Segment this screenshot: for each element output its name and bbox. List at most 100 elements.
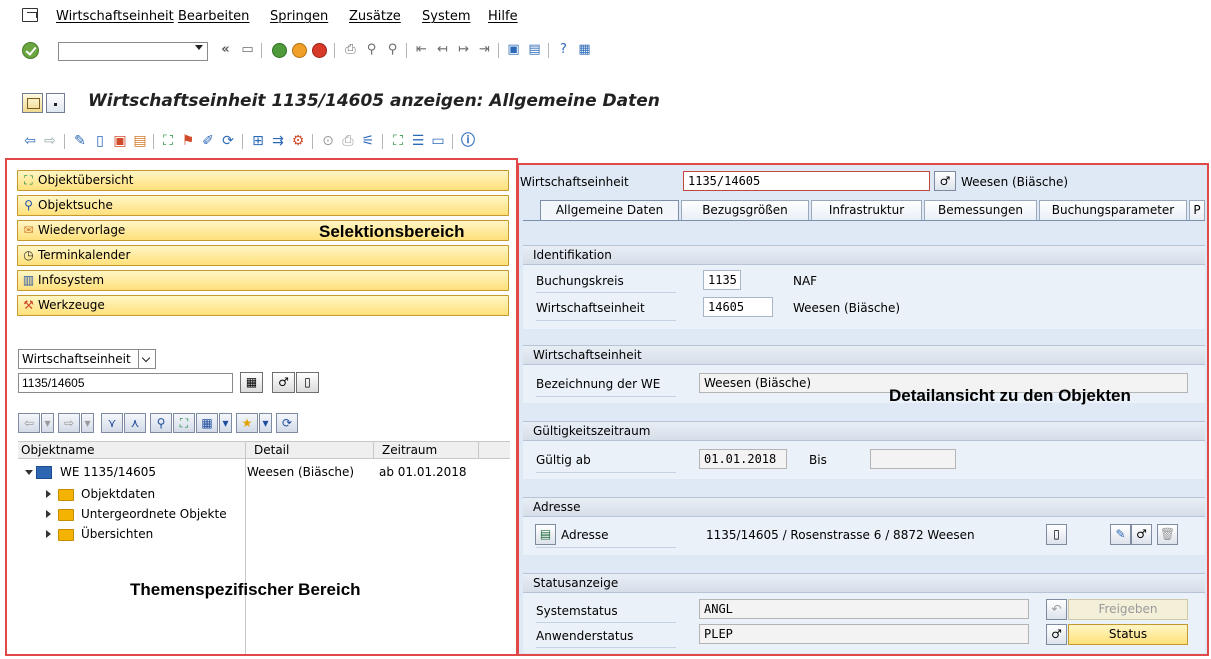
title-menu-dropdown[interactable]: [46, 93, 65, 113]
favorites-menu-icon[interactable]: ▾: [259, 413, 272, 433]
layout-icon[interactable]: ▦: [577, 42, 592, 57]
links-icon[interactable]: ⇉: [270, 133, 286, 149]
status-button[interactable]: Status: [1068, 624, 1188, 645]
object-number-input[interactable]: [18, 373, 233, 393]
nav-button-infosystem[interactable]: ▥ Infosystem: [17, 270, 509, 291]
collapse-all-icon[interactable]: ⋏: [124, 413, 146, 433]
create-icon[interactable]: ▯: [92, 133, 108, 149]
settings-icon[interactable]: ⚙: [290, 133, 306, 149]
anwenderstatus-input[interactable]: [699, 624, 1029, 644]
command-field[interactable]: [58, 42, 208, 61]
display-status-icon[interactable]: ♂: [1046, 624, 1067, 645]
previous-object-icon[interactable]: ⇦: [22, 133, 38, 149]
tree-forward-icon[interactable]: ⇨: [58, 413, 80, 433]
find-icon[interactable]: ⚲: [364, 42, 379, 57]
gueltig-ab-input[interactable]: [699, 449, 787, 469]
list-icon[interactable]: ☰: [410, 133, 426, 149]
create-address-icon[interactable]: ▯: [1046, 524, 1067, 545]
header-we-input[interactable]: [683, 171, 930, 191]
release-button[interactable]: Freigeben: [1068, 599, 1188, 620]
nav-button-terminkalender[interactable]: ◷ Terminkalender: [17, 245, 509, 266]
undo-status-icon[interactable]: ↶: [1046, 599, 1067, 620]
tree-refresh-icon[interactable]: ⟳: [276, 413, 298, 433]
exit-icon[interactable]: [292, 43, 307, 58]
address-icon[interactable]: ▤: [535, 524, 556, 545]
menu-exit-icon[interactable]: [22, 8, 38, 22]
delete-address-icon[interactable]: 🗑: [1157, 524, 1178, 545]
tab-infrastruktur[interactable]: Infrastruktur: [811, 200, 922, 221]
table-view-menu-icon[interactable]: ▾: [219, 413, 232, 433]
refresh-icon[interactable]: ⟳: [220, 133, 236, 149]
nav-button-werkzeuge[interactable]: ⚒ Werkzeuge: [17, 295, 509, 316]
find-in-tree-icon[interactable]: ⚲: [150, 413, 172, 433]
screen-icon[interactable]: ▭: [430, 133, 446, 149]
next-object-icon[interactable]: ⇨: [42, 133, 58, 149]
collapsed-icon[interactable]: [46, 510, 51, 518]
column-objektname[interactable]: Objektname: [21, 443, 94, 457]
tab-allgemeine-daten[interactable]: Allgemeine Daten: [540, 200, 679, 221]
flag-icon[interactable]: ⚑: [180, 133, 196, 149]
create-object-icon[interactable]: ▯: [296, 372, 319, 393]
services-icon[interactable]: ⚟: [360, 133, 376, 149]
last-page-icon[interactable]: ⇥: [477, 42, 492, 57]
column-zeitraum[interactable]: Zeitraum: [382, 443, 437, 457]
tree-back-menu-icon[interactable]: ▾: [41, 413, 54, 433]
previous-page-icon[interactable]: ↤: [435, 42, 450, 57]
edit-address-icon[interactable]: ✎: [1110, 524, 1131, 545]
nav-button-objektuebersicht[interactable]: ⛶ Objektübersicht: [17, 170, 509, 191]
back-icon[interactable]: [272, 43, 287, 58]
table-view-icon[interactable]: ▦: [196, 413, 218, 433]
hierarchy-icon[interactable]: ⛶: [160, 133, 176, 149]
systemstatus-input[interactable]: [699, 599, 1029, 619]
column-detail[interactable]: Detail: [254, 443, 289, 457]
find-next-icon[interactable]: ⚲: [385, 42, 400, 57]
display-object-icon[interactable]: ♂: [934, 171, 956, 191]
help-icon[interactable]: ?: [556, 42, 571, 57]
tab-buchungsparameter[interactable]: Buchungsparameter: [1039, 200, 1187, 221]
print-icon[interactable]: ⎙: [343, 42, 358, 57]
tab-more[interactable]: P: [1189, 200, 1205, 221]
collapsed-icon[interactable]: [46, 530, 51, 538]
relationships-icon[interactable]: ⊞: [250, 133, 266, 149]
search-object-icon[interactable]: ▦: [240, 372, 263, 393]
expanded-icon[interactable]: [25, 470, 33, 475]
enter-icon[interactable]: [22, 42, 39, 59]
menu-hilfe[interactable]: Hilfe: [488, 9, 518, 24]
next-page-icon[interactable]: ↦: [456, 42, 471, 57]
display-address-icon[interactable]: ♂: [1131, 524, 1152, 545]
display-change-icon[interactable]: ✎: [72, 133, 88, 149]
command-dropdown-icon[interactable]: [195, 45, 203, 50]
chevron-down-icon[interactable]: [138, 350, 155, 368]
template-icon[interactable]: ▤: [132, 133, 148, 149]
menu-springen[interactable]: Springen: [270, 9, 328, 24]
we-input[interactable]: [703, 297, 773, 317]
tree-hierarchy-icon[interactable]: ⛶: [173, 413, 195, 433]
new-session-icon[interactable]: ▣: [506, 42, 521, 57]
print-preview-icon[interactable]: ⎙: [340, 133, 356, 149]
save-icon[interactable]: ▭: [240, 42, 255, 57]
tab-bemessungen[interactable]: Bemessungen: [924, 200, 1037, 221]
edit-object-icon[interactable]: ✐: [200, 133, 216, 149]
structure-icon[interactable]: ⛶: [390, 133, 406, 149]
system-menu-icon[interactable]: [22, 93, 43, 113]
favorites-icon[interactable]: ★: [236, 413, 258, 433]
expand-all-icon[interactable]: ⋎: [101, 413, 123, 433]
tab-bezugsgroessen[interactable]: Bezugsgrößen: [681, 200, 809, 221]
cancel-icon[interactable]: [312, 43, 327, 58]
menu-wirtschaftseinheit[interactable]: Wirtschaftseinheit: [56, 9, 174, 24]
display-object-icon[interactable]: ♂: [272, 372, 295, 393]
first-page-icon[interactable]: ⇤: [414, 42, 429, 57]
bis-input[interactable]: [870, 449, 956, 469]
collapse-icon[interactable]: «: [218, 42, 233, 57]
object-type-select[interactable]: Wirtschaftseinheit: [18, 349, 156, 369]
info-icon[interactable]: ⓘ: [460, 133, 476, 149]
menu-zusaetze[interactable]: Zusätze: [349, 9, 401, 24]
tree-back-icon[interactable]: ⇦: [18, 413, 40, 433]
attachment-icon[interactable]: ⊙: [320, 133, 336, 149]
nav-button-objektsuche[interactable]: ⚲ Objektsuche: [17, 195, 509, 216]
shortcut-icon[interactable]: ▤: [527, 42, 542, 57]
menu-system[interactable]: System: [422, 9, 470, 24]
collapsed-icon[interactable]: [46, 490, 51, 498]
menu-bearbeiten[interactable]: Bearbeiten: [178, 9, 249, 24]
copy-icon[interactable]: ▣: [112, 133, 128, 149]
